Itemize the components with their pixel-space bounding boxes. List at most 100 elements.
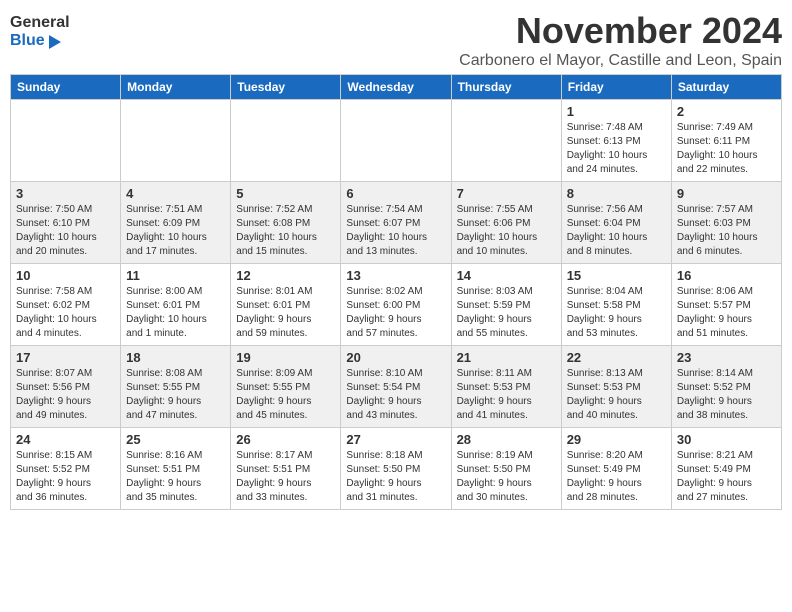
day-info: Sunrise: 7:56 AM Sunset: 6:04 PM Dayligh… <box>567 203 666 259</box>
calendar-cell: 15 Sunrise: 8:04 AM Sunset: 5:58 PM Dayli… <box>561 264 671 346</box>
day-info: Sunrise: 8:19 AM Sunset: 5:50 PM Dayligh… <box>457 449 556 505</box>
day-number: 7 <box>457 186 556 201</box>
calendar-cell: 23 Sunrise: 8:14 AM Sunset: 5:52 PM Dayli… <box>671 346 781 428</box>
day-number: 15 <box>567 268 666 283</box>
calendar-cell <box>341 100 451 182</box>
day-info: Sunrise: 7:55 AM Sunset: 6:06 PM Dayligh… <box>457 203 556 259</box>
day-info: Sunrise: 8:01 AM Sunset: 6:01 PM Dayligh… <box>236 285 335 341</box>
day-info: Sunrise: 8:18 AM Sunset: 5:50 PM Dayligh… <box>346 449 445 505</box>
day-number: 5 <box>236 186 335 201</box>
header-monday: Monday <box>121 75 231 100</box>
day-info: Sunrise: 7:50 AM Sunset: 6:10 PM Dayligh… <box>16 203 115 259</box>
day-info: Sunrise: 8:03 AM Sunset: 5:59 PM Dayligh… <box>457 285 556 341</box>
day-info: Sunrise: 8:17 AM Sunset: 5:51 PM Dayligh… <box>236 449 335 505</box>
day-info: Sunrise: 7:58 AM Sunset: 6:02 PM Dayligh… <box>16 285 115 341</box>
calendar-cell: 27Sunrise: 8:18 AM Sunset: 5:50 PM Dayli… <box>341 428 451 510</box>
month-title: November 2024 <box>459 10 782 52</box>
day-info: Sunrise: 8:14 AM Sunset: 5:52 PM Dayligh… <box>677 367 776 423</box>
day-info: Sunrise: 8:04 AM Sunset: 5:58 PM Dayligh… <box>567 285 666 341</box>
calendar-week-5: 24Sunrise: 8:15 AM Sunset: 5:52 PM Dayli… <box>11 428 782 510</box>
calendar-cell: 26Sunrise: 8:17 AM Sunset: 5:51 PM Dayli… <box>231 428 341 510</box>
day-info: Sunrise: 8:10 AM Sunset: 5:54 PM Dayligh… <box>346 367 445 423</box>
calendar-cell: 6 Sunrise: 7:54 AM Sunset: 6:07 PM Daylig… <box>341 182 451 264</box>
day-number: 17 <box>16 350 115 365</box>
calendar-header-row: SundayMondayTuesdayWednesdayThursdayFrid… <box>11 75 782 100</box>
header-friday: Friday <box>561 75 671 100</box>
header-thursday: Thursday <box>451 75 561 100</box>
calendar-cell: 11 Sunrise: 8:00 AM Sunset: 6:01 PM Dayli… <box>121 264 231 346</box>
calendar-cell: 9Sunrise: 7:57 AM Sunset: 6:03 PM Daylig… <box>671 182 781 264</box>
calendar-cell <box>231 100 341 182</box>
day-number: 9 <box>677 186 776 201</box>
day-info: Sunrise: 8:09 AM Sunset: 5:55 PM Dayligh… <box>236 367 335 423</box>
location-title: Carbonero el Mayor, Castille and Leon, S… <box>459 52 782 70</box>
calendar-cell: 12 Sunrise: 8:01 AM Sunset: 6:01 PM Dayli… <box>231 264 341 346</box>
day-number: 25 <box>126 432 225 447</box>
calendar-cell: 7 Sunrise: 7:55 AM Sunset: 6:06 PM Daylig… <box>451 182 561 264</box>
day-info: Sunrise: 8:08 AM Sunset: 5:55 PM Dayligh… <box>126 367 225 423</box>
day-info: Sunrise: 8:20 AM Sunset: 5:49 PM Dayligh… <box>567 449 666 505</box>
logo: General Blue <box>10 14 70 51</box>
calendar-cell <box>11 100 121 182</box>
calendar-cell: 16 Sunrise: 8:06 AM Sunset: 5:57 PM Dayli… <box>671 264 781 346</box>
day-number: 23 <box>677 350 776 365</box>
calendar-cell: 10 Sunrise: 7:58 AM Sunset: 6:02 PM Dayli… <box>11 264 121 346</box>
logo-general: General <box>10 14 70 32</box>
day-info: Sunrise: 7:48 AM Sunset: 6:13 PM Dayligh… <box>567 121 666 177</box>
calendar-table: SundayMondayTuesdayWednesdayThursdayFrid… <box>10 74 782 510</box>
calendar-cell: 19 Sunrise: 8:09 AM Sunset: 5:55 PM Dayli… <box>231 346 341 428</box>
day-number: 3 <box>16 186 115 201</box>
header-tuesday: Tuesday <box>231 75 341 100</box>
calendar-cell: 20Sunrise: 8:10 AM Sunset: 5:54 PM Dayli… <box>341 346 451 428</box>
day-number: 21 <box>457 350 556 365</box>
day-number: 13 <box>346 268 445 283</box>
day-info: Sunrise: 8:00 AM Sunset: 6:01 PM Dayligh… <box>126 285 225 341</box>
calendar-cell: 14Sunrise: 8:03 AM Sunset: 5:59 PM Dayli… <box>451 264 561 346</box>
day-number: 12 <box>236 268 335 283</box>
day-number: 4 <box>126 186 225 201</box>
calendar-cell <box>121 100 231 182</box>
calendar-week-1: 1 Sunrise: 7:48 AM Sunset: 6:13 PM Daylig… <box>11 100 782 182</box>
calendar-cell: 3 Sunrise: 7:50 AM Sunset: 6:10 PM Daylig… <box>11 182 121 264</box>
calendar-cell: 24Sunrise: 8:15 AM Sunset: 5:52 PM Dayli… <box>11 428 121 510</box>
calendar-cell: 18Sunrise: 8:08 AM Sunset: 5:55 PM Dayli… <box>121 346 231 428</box>
logo-arrow-icon <box>49 35 61 49</box>
calendar-cell: 30Sunrise: 8:21 AM Sunset: 5:49 PM Dayli… <box>671 428 781 510</box>
day-info: Sunrise: 8:06 AM Sunset: 5:57 PM Dayligh… <box>677 285 776 341</box>
calendar-cell: 28 Sunrise: 8:19 AM Sunset: 5:50 PM Dayli… <box>451 428 561 510</box>
calendar-cell: 8Sunrise: 7:56 AM Sunset: 6:04 PM Daylig… <box>561 182 671 264</box>
day-info: Sunrise: 8:13 AM Sunset: 5:53 PM Dayligh… <box>567 367 666 423</box>
day-info: Sunrise: 8:15 AM Sunset: 5:52 PM Dayligh… <box>16 449 115 505</box>
day-number: 19 <box>236 350 335 365</box>
header-saturday: Saturday <box>671 75 781 100</box>
day-info: Sunrise: 7:49 AM Sunset: 6:11 PM Dayligh… <box>677 121 776 177</box>
header-wednesday: Wednesday <box>341 75 451 100</box>
day-info: Sunrise: 8:07 AM Sunset: 5:56 PM Dayligh… <box>16 367 115 423</box>
calendar-cell: 5 Sunrise: 7:52 AM Sunset: 6:08 PM Daylig… <box>231 182 341 264</box>
day-number: 6 <box>346 186 445 201</box>
day-info: Sunrise: 8:02 AM Sunset: 6:00 PM Dayligh… <box>346 285 445 341</box>
day-info: Sunrise: 8:11 AM Sunset: 5:53 PM Dayligh… <box>457 367 556 423</box>
calendar-cell: 25 Sunrise: 8:16 AM Sunset: 5:51 PM Dayli… <box>121 428 231 510</box>
day-number: 11 <box>126 268 225 283</box>
title-section: November 2024 Carbonero el Mayor, Castil… <box>459 10 782 70</box>
day-number: 16 <box>677 268 776 283</box>
logo-blue: Blue <box>10 32 70 50</box>
day-info: Sunrise: 8:21 AM Sunset: 5:49 PM Dayligh… <box>677 449 776 505</box>
day-info: Sunrise: 7:54 AM Sunset: 6:07 PM Dayligh… <box>346 203 445 259</box>
day-info: Sunrise: 8:16 AM Sunset: 5:51 PM Dayligh… <box>126 449 225 505</box>
header-sunday: Sunday <box>11 75 121 100</box>
day-number: 22 <box>567 350 666 365</box>
calendar-cell <box>451 100 561 182</box>
day-info: Sunrise: 7:52 AM Sunset: 6:08 PM Dayligh… <box>236 203 335 259</box>
day-number: 28 <box>457 432 556 447</box>
calendar-cell: 4 Sunrise: 7:51 AM Sunset: 6:09 PM Daylig… <box>121 182 231 264</box>
page-header: General Blue November 2024 Carbonero el … <box>10 10 782 70</box>
calendar-week-3: 10 Sunrise: 7:58 AM Sunset: 6:02 PM Dayli… <box>11 264 782 346</box>
day-number: 1 <box>567 104 666 119</box>
calendar-week-4: 17 Sunrise: 8:07 AM Sunset: 5:56 PM Dayli… <box>11 346 782 428</box>
day-info: Sunrise: 7:51 AM Sunset: 6:09 PM Dayligh… <box>126 203 225 259</box>
day-number: 10 <box>16 268 115 283</box>
day-number: 29 <box>567 432 666 447</box>
calendar-cell: 1 Sunrise: 7:48 AM Sunset: 6:13 PM Daylig… <box>561 100 671 182</box>
